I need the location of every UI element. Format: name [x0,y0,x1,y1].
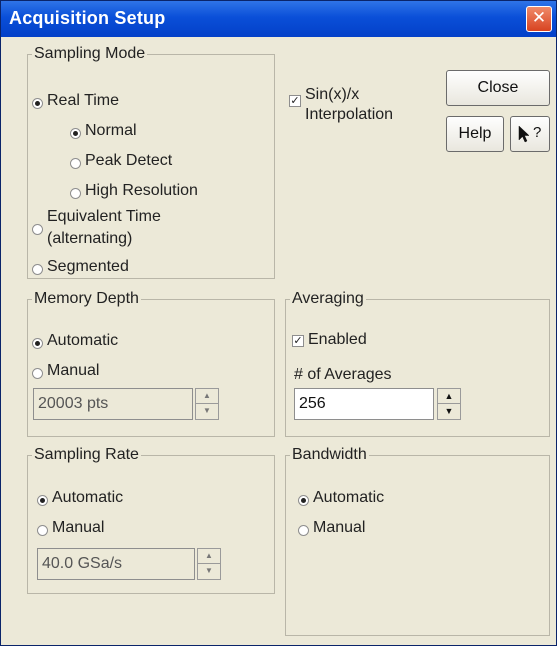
memory-depth-field[interactable]: 20003 pts [33,388,193,420]
label-memory-automatic: Automatic [47,332,119,349]
sampling-rate-value: 40.0 GSa/s [42,555,123,572]
label-peak-detect: Peak Detect [85,152,173,169]
bandwidth-group: Bandwidth [285,446,550,636]
radio-memory-automatic[interactable] [32,338,43,349]
radio-memory-manual[interactable] [32,368,43,379]
pointer-icon [518,125,530,143]
window-close-button[interactable]: ✕ [526,6,552,32]
radio-bandwidth-manual[interactable] [298,525,309,536]
sampling-rate-spinner[interactable]: ▲ ▼ [197,548,221,580]
checkmark-icon: ✓ [290,95,300,107]
label-averaging-enabled: Enabled [308,331,367,348]
spin-down-icon[interactable]: ▼ [198,564,220,579]
label-interpolation: Interpolation [305,106,394,123]
averaging-enabled-checkbox[interactable]: ✓ [292,335,304,347]
spin-down-icon[interactable]: ▼ [196,404,218,419]
label-number-of-averages: # of Averages [294,366,392,383]
number-of-averages-value: 256 [299,395,326,412]
bandwidth-legend: Bandwidth [292,446,367,463]
radio-segmented[interactable] [32,264,43,275]
label-bandwidth-automatic: Automatic [313,489,385,506]
label-equivalent-time-line1: Equivalent Time [47,208,161,225]
dialog-body: Sampling Mode Real Time Normal Peak Dete… [7,43,550,639]
spin-up-icon[interactable]: ▲ [198,549,220,564]
label-real-time: Real Time [47,92,120,109]
radio-high-resolution[interactable] [70,188,81,199]
label-bandwidth-manual: Manual [313,519,366,536]
label-rate-manual: Manual [52,519,105,536]
spin-up-icon[interactable]: ▲ [196,389,218,404]
sampling-rate-field[interactable]: 40.0 GSa/s [37,548,195,580]
close-icon: ✕ [531,8,547,27]
label-sinx: Sin(x)/x [305,86,360,103]
close-button[interactable]: Close [446,70,550,106]
memory-depth-legend: Memory Depth [34,290,139,307]
help-button[interactable]: Help [446,116,504,152]
spin-down-icon[interactable]: ▼ [438,404,460,419]
number-of-averages-spinner[interactable]: ▲ ▼ [437,388,461,420]
acquisition-setup-dialog: Acquisition Setup ✕ Sampling Mode Real T… [0,0,557,646]
averaging-legend: Averaging [292,290,364,307]
radio-rate-manual[interactable] [37,525,48,536]
label-normal: Normal [85,122,137,139]
label-equivalent-time-line2: (alternating) [47,230,133,247]
close-button-label: Close [477,79,519,96]
radio-equivalent-time[interactable] [32,224,43,235]
number-of-averages-field[interactable]: 256 [294,388,434,420]
question-mark-icon: ? [533,124,542,141]
checkmark-icon: ✓ [293,335,303,347]
radio-bandwidth-automatic[interactable] [298,495,309,506]
sinx-interpolation-checkbox[interactable]: ✓ [289,95,301,107]
label-memory-manual: Manual [47,362,100,379]
label-high-resolution: High Resolution [85,182,198,199]
label-segmented: Segmented [47,258,129,275]
label-rate-automatic: Automatic [52,489,124,506]
memory-depth-spinner[interactable]: ▲ ▼ [195,388,219,420]
spin-up-icon[interactable]: ▲ [438,389,460,404]
whats-this-button[interactable]: ? [510,116,550,152]
memory-depth-value: 20003 pts [38,395,109,412]
radio-real-time[interactable] [32,98,43,109]
radio-normal[interactable] [70,128,81,139]
radio-peak-detect[interactable] [70,158,81,169]
title-bar[interactable]: Acquisition Setup ✕ [1,1,556,37]
radio-rate-automatic[interactable] [37,495,48,506]
window-title: Acquisition Setup [9,8,166,28]
sampling-mode-legend: Sampling Mode [34,45,146,62]
help-button-label: Help [458,125,492,142]
sampling-rate-legend: Sampling Rate [34,446,139,463]
